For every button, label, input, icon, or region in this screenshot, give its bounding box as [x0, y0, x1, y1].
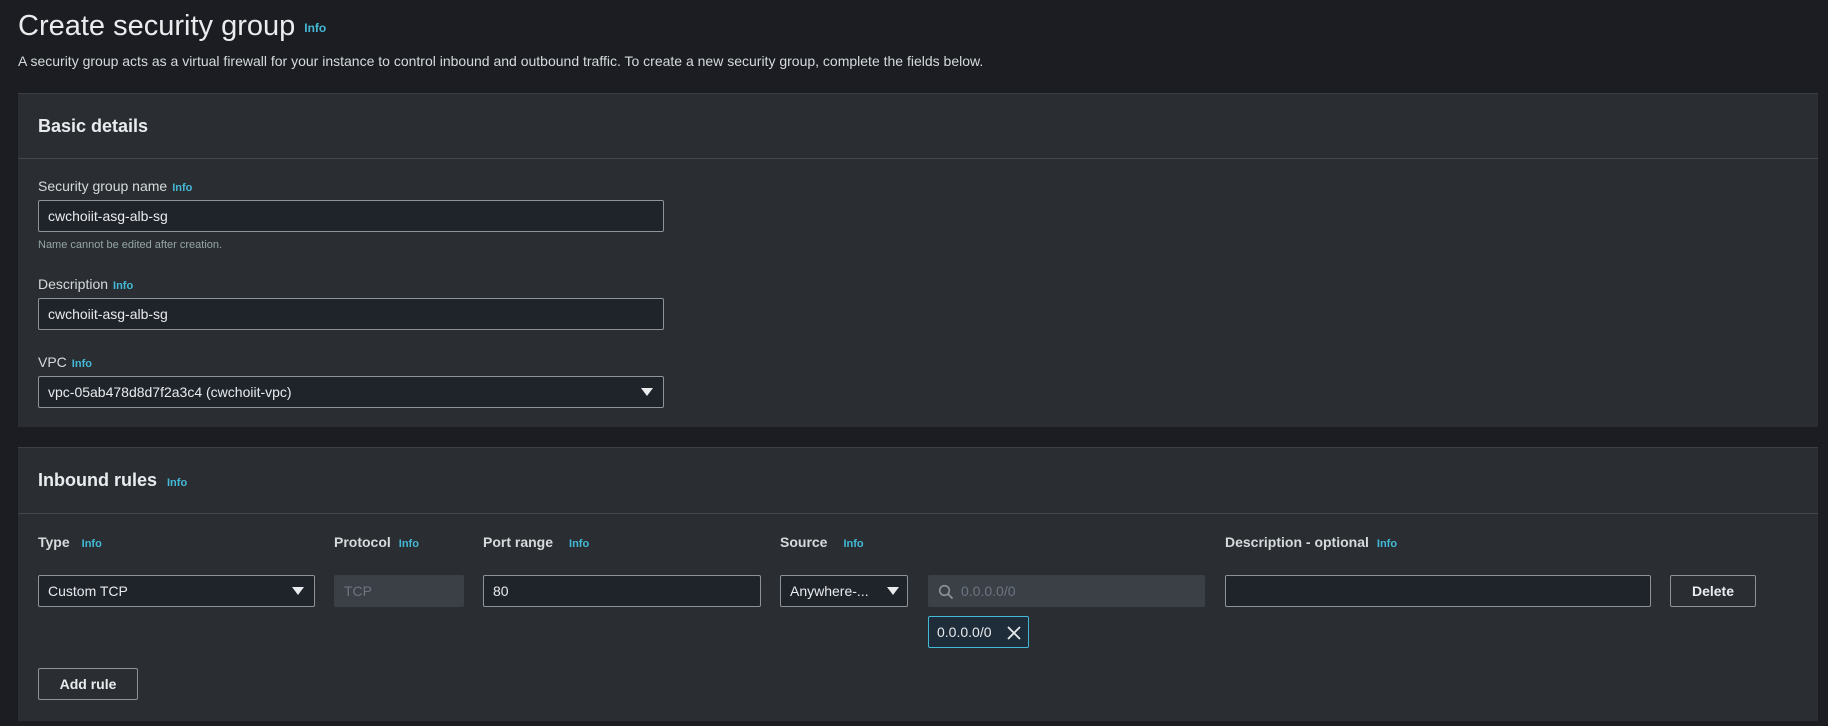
inbound-rules-info-link[interactable]: Info [167, 477, 187, 489]
search-icon [938, 584, 954, 600]
rule-cidr-token: 0.0.0.0/0 [928, 616, 1029, 648]
vpc-label-text: VPC [38, 354, 67, 370]
column-source: Source Info [780, 534, 864, 550]
rule-cidr-search-input[interactable]: 0.0.0.0/0 [928, 575, 1205, 607]
security-group-name-hint: Name cannot be edited after creation. [38, 239, 223, 251]
basic-details-title: Basic details [38, 116, 149, 136]
rule-description-input[interactable] [1225, 575, 1651, 607]
close-icon[interactable] [1006, 625, 1022, 641]
vpc-select-value: vpc-05ab478d8d7f2a3c4 (cwchoiit-vpc) [48, 384, 292, 400]
vpc-select[interactable]: vpc-05ab478d8d7f2a3c4 (cwchoiit-vpc) [38, 376, 664, 408]
add-rule-button[interactable]: Add rule [38, 668, 138, 700]
inbound-rules-title-text: Inbound rules [38, 470, 157, 490]
rule-protocol-field: TCP [334, 575, 464, 607]
inbound-rules-panel: Inbound rules Info Type Info Protocol Info … [18, 447, 1818, 721]
column-source-text: Source [780, 534, 828, 550]
security-group-name-value: cwchoiit-asg-alb-sg [48, 208, 168, 224]
rule-type-value: Custom TCP [48, 583, 128, 599]
caret-down-icon [887, 587, 899, 595]
column-port-range-text: Port range [483, 534, 554, 550]
inbound-rules-title: Inbound rules Info [38, 470, 187, 491]
inbound-rules-header: Inbound rules Info [18, 448, 1818, 514]
description-label-text: Description [38, 276, 109, 292]
security-group-name-info-link[interactable]: Info [172, 182, 192, 194]
rule-port-range-value: 80 [493, 583, 509, 599]
description-info-link[interactable]: Info [113, 280, 133, 292]
column-type: Type Info [38, 534, 102, 550]
column-type-text: Type [38, 534, 70, 550]
rule-source-value: Anywhere-... [790, 583, 869, 599]
basic-details-header: Basic details [18, 94, 1818, 159]
description-input[interactable]: cwchoiit-asg-alb-sg [38, 298, 664, 330]
vpc-info-link[interactable]: Info [72, 358, 92, 370]
page-description: A security group acts as a virtual firew… [18, 53, 984, 69]
source-info-link[interactable]: Info [843, 538, 863, 550]
rule-protocol-value: TCP [344, 583, 372, 599]
type-info-link[interactable]: Info [82, 538, 102, 550]
description-label: Description Info [38, 276, 133, 292]
protocol-info-link[interactable]: Info [399, 538, 419, 550]
rule-port-range-input[interactable]: 80 [483, 575, 761, 607]
caret-down-icon [641, 388, 653, 396]
security-group-name-input[interactable]: cwchoiit-asg-alb-sg [38, 200, 664, 232]
page-title-info-link[interactable]: Info [304, 21, 326, 35]
rule-type-select[interactable]: Custom TCP [38, 575, 315, 607]
rule-cidr-placeholder: 0.0.0.0/0 [961, 583, 1016, 599]
caret-down-icon [292, 587, 304, 595]
page-title: Create security group Info [18, 10, 326, 43]
page-title-text: Create security group [18, 10, 296, 42]
column-description-text: Description - optional [1225, 534, 1369, 550]
security-group-name-label: Security group name Info [38, 178, 192, 194]
basic-details-panel: Basic details Security group name Info cw… [18, 93, 1818, 427]
port-range-info-link[interactable]: Info [569, 538, 589, 550]
description-optional-info-link[interactable]: Info [1377, 538, 1397, 550]
rule-source-select[interactable]: Anywhere-... [780, 575, 908, 607]
rule-cidr-token-value: 0.0.0.0/0 [937, 624, 992, 640]
description-value: cwchoiit-asg-alb-sg [48, 306, 168, 322]
security-group-name-label-text: Security group name [38, 178, 168, 194]
column-protocol: Protocol Info [334, 534, 419, 550]
column-description: Description - optional Info [1225, 534, 1397, 550]
vpc-label: VPC Info [38, 354, 92, 370]
delete-rule-button[interactable]: Delete [1670, 575, 1756, 607]
column-port-range: Port range Info [483, 534, 589, 550]
column-protocol-text: Protocol [334, 534, 391, 550]
